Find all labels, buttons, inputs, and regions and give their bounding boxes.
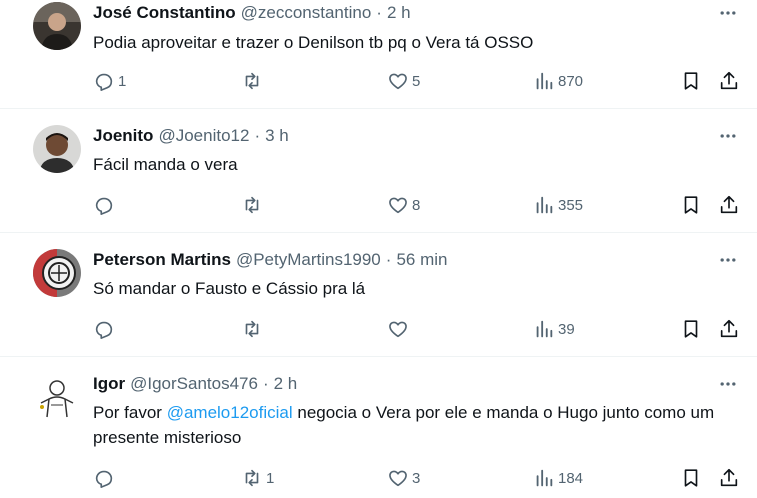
reply-button[interactable] [93, 463, 118, 493]
retweet-button[interactable] [241, 190, 266, 220]
reply-count: 1 [118, 72, 127, 90]
bookmark-button[interactable] [680, 190, 702, 220]
retweet-button[interactable]: 1 [241, 463, 274, 493]
avatar[interactable] [33, 373, 81, 421]
like-button[interactable] [387, 314, 412, 344]
views-button[interactable]: 870 [533, 66, 583, 96]
retweet-button[interactable] [241, 314, 266, 344]
share-button[interactable] [718, 190, 740, 220]
views-count: 184 [558, 469, 584, 487]
share-icon [720, 195, 738, 214]
views-icon [536, 196, 553, 214]
reply-icon [95, 470, 113, 488]
share-icon [720, 468, 738, 487]
retweet-icon [245, 72, 259, 90]
tweet-header: Joenito @Joenito12 · 3 h [93, 125, 289, 147]
user-name[interactable]: Igor [93, 374, 125, 394]
avatar[interactable] [33, 2, 81, 50]
tweet-text: Podia aproveitar e trazer o Denilson tb … [93, 33, 534, 52]
bookmark-icon [684, 196, 698, 214]
separator-dot: · [376, 3, 382, 22]
like-button[interactable]: 3 [387, 463, 420, 493]
tweet-2[interactable]: Joenito @Joenito12 · 3 h Fácil manda o v… [0, 109, 757, 233]
tweet-header: José Constantino @zecconstantino · 2 h [93, 2, 411, 24]
views-button[interactable]: 184 [533, 463, 583, 493]
like-icon [389, 321, 407, 338]
views-count: 39 [558, 320, 575, 338]
share-icon [720, 319, 738, 338]
timestamp[interactable]: 56 min [396, 250, 447, 270]
bookmark-button[interactable] [680, 66, 702, 96]
avatar[interactable] [33, 249, 81, 297]
share-button[interactable] [718, 66, 740, 96]
like-count: 8 [412, 196, 421, 214]
timestamp[interactable]: 3 h [265, 126, 289, 146]
reply-button[interactable]: 1 [93, 66, 126, 96]
tweet-text: Por favor @amelo12oficial negocia o Vera… [93, 400, 733, 450]
reply-button[interactable] [93, 314, 118, 344]
views-icon [536, 320, 553, 338]
tweet-header: Igor @IgorSantos476 · 2 h [93, 373, 297, 395]
reply-icon [95, 321, 113, 339]
bookmark-icon [684, 469, 698, 487]
timestamp[interactable]: 2 h [274, 374, 298, 394]
text-before-mention: Por favor [93, 403, 167, 422]
bookmark-button[interactable] [680, 314, 702, 344]
reply-button[interactable] [93, 190, 118, 220]
retweet-button[interactable] [241, 66, 266, 96]
like-icon [389, 197, 407, 214]
views-icon [536, 72, 553, 90]
timestamp[interactable]: 2 h [387, 3, 411, 23]
retweet-icon [245, 196, 259, 214]
more-icon[interactable] [716, 124, 740, 148]
more-icon[interactable] [716, 1, 740, 25]
tweet-3[interactable]: Peterson Martins @PetyMartins1990 · 56 m… [0, 233, 757, 357]
like-count: 5 [412, 72, 421, 90]
user-handle[interactable]: @IgorSantos476 [130, 374, 258, 394]
more-icon[interactable] [716, 248, 740, 272]
tweet-header: Peterson Martins @PetyMartins1990 · 56 m… [93, 249, 447, 271]
views-button[interactable]: 39 [533, 314, 575, 344]
share-button[interactable] [718, 314, 740, 344]
views-icon [536, 469, 553, 487]
like-button[interactable]: 8 [387, 190, 420, 220]
mention-link[interactable]: @amelo12oficial [167, 403, 293, 422]
user-name[interactable]: Joenito [93, 126, 153, 146]
tweet-actions: 1 3 184 [0, 463, 757, 493]
views-button[interactable]: 355 [533, 190, 583, 220]
share-button[interactable] [718, 463, 740, 493]
tweet-actions: 1 5 870 [0, 66, 757, 96]
more-icon[interactable] [716, 372, 740, 396]
separator-dot: · [262, 374, 269, 393]
like-icon [389, 73, 407, 90]
like-icon [389, 470, 407, 487]
bookmark-button[interactable] [680, 463, 702, 493]
tweet-text: Só mandar o Fausto e Cássio pra lá [93, 279, 366, 298]
separator-dot: · [385, 250, 392, 269]
share-icon [720, 71, 738, 90]
like-button[interactable]: 5 [387, 66, 420, 96]
reply-icon [95, 73, 113, 91]
separator-dot: · [254, 126, 261, 145]
user-name[interactable]: Peterson Martins [93, 250, 231, 270]
tweet-1[interactable]: José Constantino @zecconstantino · 2 h P… [0, 0, 757, 109]
bookmark-icon [684, 320, 698, 338]
user-handle[interactable]: @PetyMartins1990 [236, 250, 381, 270]
tweet-actions: 8 355 [0, 190, 757, 220]
tweet-text: Fácil manda o vera [93, 155, 238, 174]
avatar[interactable] [33, 125, 81, 173]
reply-icon [95, 197, 113, 215]
bookmark-icon [684, 72, 698, 90]
retweet-count: 1 [266, 469, 275, 487]
user-handle[interactable]: @zecconstantino [241, 3, 372, 23]
user-handle[interactable]: @Joenito12 [158, 126, 249, 146]
views-count: 870 [558, 72, 584, 90]
retweet-icon [245, 469, 259, 487]
views-count: 355 [558, 196, 584, 214]
tweet-actions: 39 [0, 314, 757, 344]
tweet-4[interactable]: Igor @IgorSantos476 · 2 h Por favor @ame… [0, 357, 757, 498]
like-count: 3 [412, 469, 421, 487]
user-name[interactable]: José Constantino [93, 3, 236, 23]
retweet-icon [245, 320, 259, 338]
